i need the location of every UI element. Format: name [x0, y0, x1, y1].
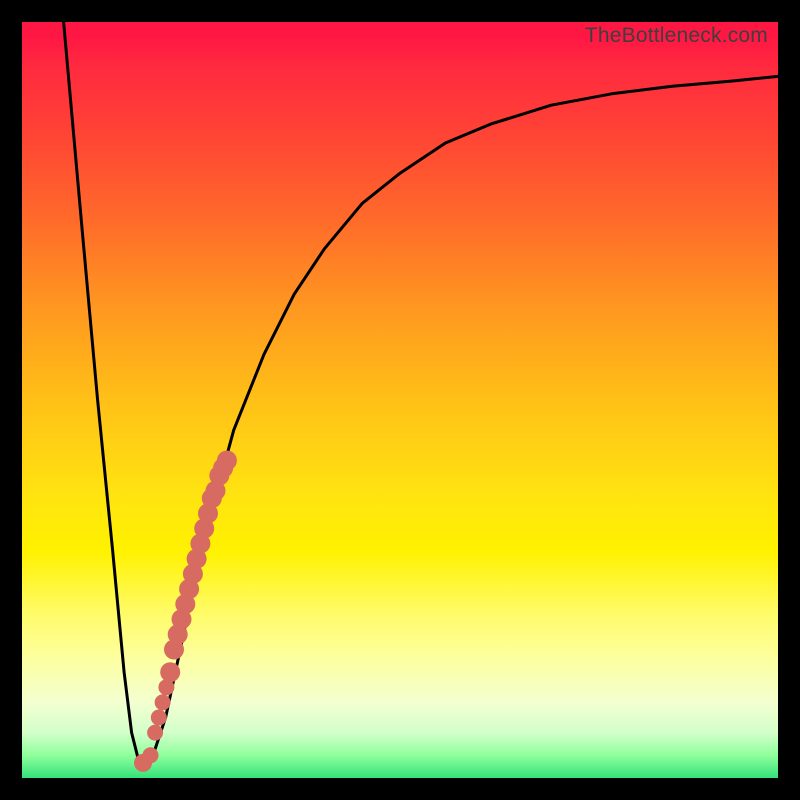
scatter-point [160, 662, 180, 682]
salmon-points [134, 451, 237, 772]
scatter-point [143, 747, 159, 763]
scatter-point [147, 725, 163, 741]
scatter-point [151, 710, 167, 726]
plot-area: TheBottleneck.com [22, 22, 778, 778]
chart-frame: TheBottleneck.com [0, 0, 800, 800]
scatter-point [155, 694, 171, 710]
scatter-point [217, 451, 237, 471]
chart-overlay [22, 22, 778, 778]
